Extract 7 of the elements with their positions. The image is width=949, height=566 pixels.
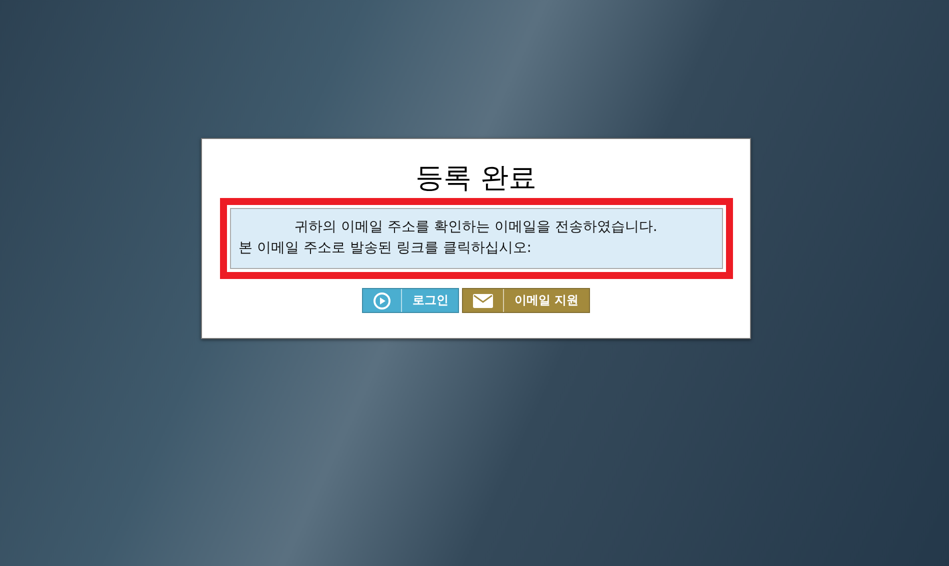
email-support-button[interactable]: 이메일 지원 xyxy=(462,288,590,313)
message-text: 본 이메일 주소로 발송된 링크를 클릭하십시오: xyxy=(238,239,532,258)
message-text: 귀하의 이메일 주소를 확인하는 이메일을 전송하였습니다. xyxy=(294,218,658,237)
envelope-icon xyxy=(473,294,494,308)
login-button[interactable]: 로그인 xyxy=(362,288,460,313)
play-icon xyxy=(373,292,392,310)
dialog-title: 등록 완료 xyxy=(416,161,536,195)
